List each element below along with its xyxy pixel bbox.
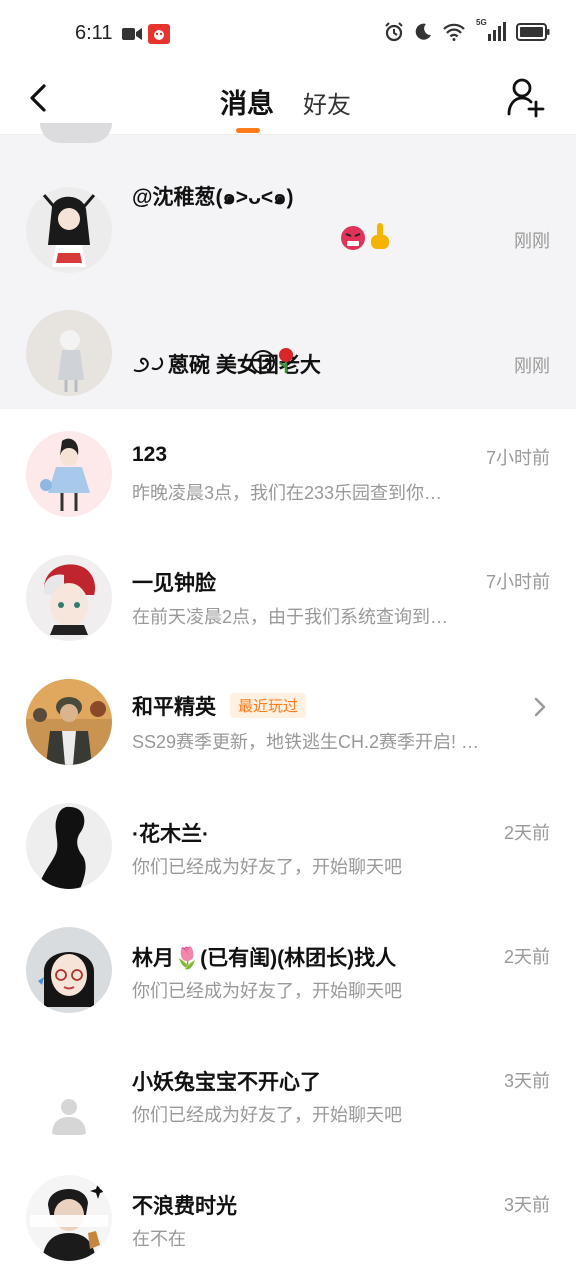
- contact-name: 和平精英 最近玩过: [132, 691, 307, 721]
- message-preview: 你们已经成为好友了，开始聊天吧: [132, 857, 402, 877]
- conversation-row[interactable]: 蒽碗 美女团老大 刚刚: [0, 290, 576, 414]
- avatar: [26, 927, 112, 1013]
- avatar: [26, 1175, 112, 1261]
- conversation-row[interactable]: 一见钟脸 在前天凌晨2点，由于我们系统查询到… 7小时前: [0, 535, 576, 659]
- angry-face-emoji-icon: [341, 226, 365, 250]
- message-time: 7小时前: [485, 448, 550, 468]
- default-avatar: [26, 1051, 112, 1137]
- message-time: 刚刚: [514, 356, 550, 376]
- message-preview: 你们已经成为好友了，开始聊天吧: [132, 981, 402, 1001]
- conversation-row[interactable]: 小妖兔宝宝不开心了 你们已经成为好友了，开始聊天吧 3天前: [0, 1031, 576, 1155]
- contact-name: 蒽碗 美女团老大: [168, 354, 321, 377]
- conversation-row[interactable]: ·花木兰· 你们已经成为好友了，开始聊天吧 2天前: [0, 783, 576, 907]
- alarm-icon: [385, 22, 403, 42]
- conversation-row[interactable]: 123 昨晚凌晨3点，我们在233乐园查到你… 7小时前: [0, 411, 576, 535]
- contact-name: 不浪费时光: [132, 1195, 237, 1218]
- video-camera-icon: [122, 28, 142, 40]
- avatar: [26, 555, 112, 641]
- message-time: 3天前: [503, 1071, 550, 1091]
- face-emoji-icon: [251, 350, 275, 374]
- chevron-right-icon[interactable]: [532, 695, 548, 719]
- avatar: [26, 803, 112, 889]
- battery-icon: [516, 23, 550, 41]
- active-tab-indicator: [236, 128, 260, 133]
- message-preview: SS29赛季更新，地铁逃生CH.2赛季开启! …: [132, 732, 477, 752]
- avatar: [26, 187, 112, 273]
- avatar: [26, 310, 112, 396]
- back-arrow-icon[interactable]: [24, 80, 54, 116]
- conversation-row[interactable]: 不浪费时光 在不在 3天前: [0, 1155, 576, 1279]
- conversation-row[interactable]: @沈稚葱(๑>ᴗ<๑) 刚刚: [0, 167, 576, 291]
- tab-messages[interactable]: 消息: [220, 82, 274, 121]
- partial-avatar: [40, 123, 112, 143]
- status-time: 6:11: [75, 22, 113, 44]
- contact-name: 小妖兔宝宝不开心了: [132, 1071, 321, 1094]
- message-preview: 在前天凌晨2点，由于我们系统查询到…: [132, 607, 449, 627]
- contact-name: 一见钟脸: [132, 572, 216, 595]
- tab-friends[interactable]: 好友: [303, 85, 351, 120]
- rose-emoji-icon: [279, 348, 293, 373]
- decorative-swirl-icon: [133, 357, 164, 372]
- contact-name: 123: [132, 443, 168, 466]
- recently-played-badge: 最近玩过: [230, 693, 307, 718]
- contact-name: ·花木兰·: [132, 823, 209, 846]
- message-time: 2天前: [503, 823, 550, 843]
- add-friend-icon[interactable]: [506, 76, 546, 118]
- message-preview: 昨晚凌晨3点，我们在233乐园查到你…: [132, 483, 443, 503]
- pinned-conversations: @沈稚葱(๑>ᴗ<๑) 刚刚 蒽碗 美女团老大 刚刚: [0, 123, 576, 409]
- app-notification-icon: [148, 24, 170, 44]
- default-user-icon: [52, 1099, 86, 1135]
- message-time: 2天前: [503, 947, 550, 967]
- avatar: [26, 679, 112, 765]
- conversation-row[interactable]: 林月🌷(已有闺)(林团长)找人 你们已经成为好友了，开始聊天吧 2天前: [0, 907, 576, 1031]
- message-time: 3天前: [503, 1195, 550, 1215]
- message-preview: 你们已经成为好友了，开始聊天吧: [132, 1105, 402, 1125]
- status-bar: 6:11 5G: [0, 0, 576, 66]
- game-name: 和平精英: [132, 696, 216, 719]
- contact-name: @沈稚葱(๑>ᴗ<๑): [132, 186, 294, 209]
- message-time: 刚刚: [514, 231, 550, 251]
- hand-gesture-emoji-icon: [371, 223, 389, 249]
- wifi-icon: [443, 23, 465, 41]
- message-time: 7小时前: [485, 572, 550, 592]
- conversation-row[interactable]: 和平精英 最近玩过 SS29赛季更新，地铁逃生CH.2赛季开启! …: [0, 659, 576, 783]
- avatar: [26, 431, 112, 517]
- contact-name: 林月🌷(已有闺)(林团长)找人: [132, 947, 397, 970]
- signal-strength-icon: [488, 22, 506, 41]
- do-not-disturb-moon-icon: [415, 23, 431, 40]
- message-preview: 在不在: [132, 1229, 186, 1249]
